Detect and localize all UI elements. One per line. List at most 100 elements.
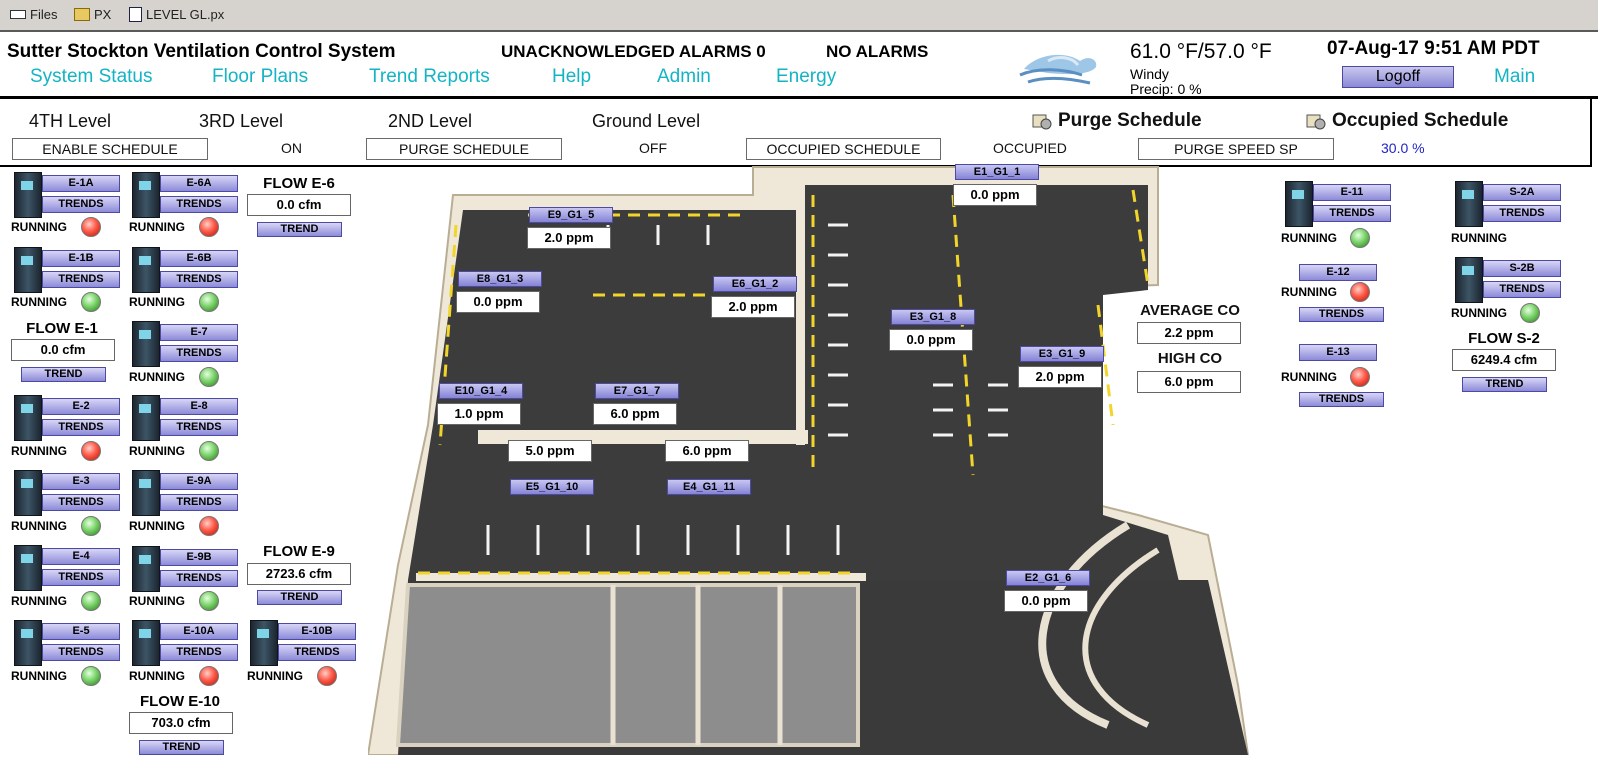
flow-trend-button[interactable]: TREND: [139, 740, 224, 755]
fan-e3[interactable]: E-3 TRENDS: [14, 470, 122, 516]
flow-trend-button[interactable]: TREND: [21, 367, 106, 382]
fan-trends-button[interactable]: TRENDS: [1313, 205, 1391, 222]
nav-help[interactable]: Help: [552, 66, 591, 88]
logoff-button[interactable]: Logoff: [1342, 66, 1454, 88]
fan-name-button[interactable]: E-10B: [278, 623, 356, 640]
fan-name-button[interactable]: E-1B: [42, 250, 120, 267]
flow-value: 6249.4 cfm: [1452, 349, 1556, 371]
fan-e10a[interactable]: E-10A TRENDS: [132, 620, 240, 666]
fan-trends-button[interactable]: TRENDS: [160, 644, 238, 661]
fan-e6b[interactable]: E-6B TRENDS: [132, 247, 240, 293]
nav-system-status[interactable]: System Status: [30, 66, 153, 88]
occupied-schedule-state: OCCUPIED: [993, 140, 1067, 156]
unacknowledged-alarms[interactable]: UNACKNOWLEDGED ALARMS 0: [501, 42, 766, 62]
purge-schedule-link[interactable]: Purge Schedule: [1032, 110, 1202, 132]
fan-trends-button[interactable]: TRENDS: [42, 419, 120, 436]
purge-schedule-button[interactable]: PURGE SCHEDULE: [366, 138, 562, 160]
occupied-schedule-link[interactable]: Occupied Schedule: [1306, 110, 1508, 132]
fan-name-button[interactable]: E-7: [160, 324, 238, 341]
status-led-red: [1350, 367, 1370, 387]
level-2nd[interactable]: 2ND Level: [388, 111, 472, 132]
sensor-label[interactable]: E8_G1_3: [458, 271, 542, 287]
fan-e1b[interactable]: E-1B TRENDS: [14, 247, 122, 293]
nav-admin[interactable]: Admin: [657, 66, 711, 88]
breadcrumb-px[interactable]: PX: [74, 7, 111, 22]
fan-e7[interactable]: E-7 TRENDS: [132, 321, 240, 367]
fan-name-button[interactable]: E-11: [1313, 184, 1391, 201]
fan-e9b[interactable]: E-9B TRENDS: [132, 546, 240, 592]
sensor-label[interactable]: E7_G1_7: [595, 383, 679, 399]
status-led-red: [81, 217, 101, 237]
fan-name-button[interactable]: E-9A: [160, 473, 238, 490]
nav-main[interactable]: Main: [1494, 66, 1535, 88]
sensor-label[interactable]: E3_G1_9: [1020, 346, 1104, 362]
sensor-label[interactable]: E5_G1_10: [510, 479, 594, 495]
enable-schedule-button[interactable]: ENABLE SCHEDULE: [12, 138, 208, 160]
fan-trends-button[interactable]: TRENDS: [278, 644, 356, 661]
fan-e4[interactable]: E-4 TRENDS: [14, 545, 122, 591]
fan-name-button[interactable]: E-5: [42, 623, 120, 640]
fan-e9a[interactable]: E-9A TRENDS: [132, 470, 240, 516]
calendar-gear-icon: [1306, 114, 1326, 130]
fan-s2b[interactable]: S-2B TRENDS: [1455, 257, 1563, 303]
fan-name-button[interactable]: E-3: [42, 473, 120, 490]
fan-e2[interactable]: E-2 TRENDS: [14, 395, 122, 441]
fan-e5[interactable]: E-5 TRENDS: [14, 620, 122, 666]
level-ground[interactable]: Ground Level: [592, 111, 700, 132]
fan-e13-button[interactable]: E-13: [1299, 344, 1377, 361]
fan-name-button[interactable]: S-2B: [1483, 260, 1561, 277]
fan-e11[interactable]: E-11 TRENDS: [1285, 181, 1393, 227]
fan-e8[interactable]: E-8 TRENDS: [132, 395, 240, 441]
occupied-schedule-button[interactable]: OCCUPIED SCHEDULE: [746, 138, 941, 160]
fan-trends-button[interactable]: TRENDS: [42, 569, 120, 586]
fan-s2a[interactable]: S-2A TRENDS: [1455, 181, 1563, 227]
fan-name-button[interactable]: E-9B: [160, 549, 238, 566]
fan-drive-icon: [1285, 181, 1313, 227]
fan-trends-button[interactable]: TRENDS: [42, 494, 120, 511]
sensor-label[interactable]: E1_G1_1: [955, 164, 1039, 180]
purge-speed-button[interactable]: PURGE SPEED SP: [1138, 138, 1334, 160]
fan-name-button[interactable]: E-6A: [160, 175, 238, 192]
fan-trends-button[interactable]: TRENDS: [160, 570, 238, 587]
nav-floor-plans[interactable]: Floor Plans: [212, 66, 308, 88]
level-3rd[interactable]: 3RD Level: [199, 111, 283, 132]
fan-trends-button[interactable]: TRENDS: [1299, 307, 1384, 322]
fan-trends-button[interactable]: TRENDS: [42, 644, 120, 661]
sensor-label[interactable]: E4_G1_11: [667, 479, 751, 495]
sensor-label[interactable]: E9_G1_5: [529, 207, 613, 223]
flow-trend-button[interactable]: TREND: [257, 222, 342, 237]
sensor-label[interactable]: E3_G1_8: [891, 309, 975, 325]
fan-name-button[interactable]: E-4: [42, 548, 120, 565]
fan-trends-button[interactable]: TRENDS: [160, 196, 238, 213]
fan-e12-button[interactable]: E-12: [1299, 264, 1377, 281]
fan-trends-button[interactable]: TRENDS: [1299, 392, 1384, 407]
fan-name-button[interactable]: E-1A: [42, 175, 120, 192]
fan-trends-button[interactable]: TRENDS: [1483, 281, 1561, 298]
sensor-label[interactable]: E2_G1_6: [1006, 570, 1090, 586]
fan-name-button[interactable]: E-8: [160, 398, 238, 415]
nav-trend-reports[interactable]: Trend Reports: [369, 66, 490, 88]
fan-e1a[interactable]: E-1A TRENDS: [14, 172, 122, 218]
fan-e10b[interactable]: E-10B TRENDS: [250, 620, 358, 666]
fan-trends-button[interactable]: TRENDS: [160, 271, 238, 288]
breadcrumb-files[interactable]: Files: [10, 7, 57, 22]
fan-trends-button[interactable]: TRENDS: [1483, 205, 1561, 222]
fan-trends-button[interactable]: TRENDS: [160, 345, 238, 362]
flow-trend-button[interactable]: TREND: [1462, 377, 1547, 392]
sensor-label[interactable]: E10_G1_4: [439, 383, 523, 399]
fan-trends-button[interactable]: TRENDS: [160, 494, 238, 511]
fan-trends-button[interactable]: TRENDS: [42, 271, 120, 288]
fan-trends-button[interactable]: TRENDS: [160, 419, 238, 436]
level-4th[interactable]: 4TH Level: [29, 111, 111, 132]
sensor-value: 6.0 ppm: [665, 440, 749, 462]
fan-name-button[interactable]: E-10A: [160, 623, 238, 640]
flow-trend-button[interactable]: TREND: [257, 590, 342, 605]
nav-energy[interactable]: Energy: [776, 66, 836, 88]
fan-e6a[interactable]: E-6A TRENDS: [132, 172, 240, 218]
fan-trends-button[interactable]: TRENDS: [42, 196, 120, 213]
fan-name-button[interactable]: E-2: [42, 398, 120, 415]
breadcrumb-file[interactable]: LEVEL GL.px: [129, 7, 224, 22]
sensor-label[interactable]: E6_G1_2: [713, 276, 797, 292]
fan-name-button[interactable]: E-6B: [160, 250, 238, 267]
fan-name-button[interactable]: S-2A: [1483, 184, 1561, 201]
